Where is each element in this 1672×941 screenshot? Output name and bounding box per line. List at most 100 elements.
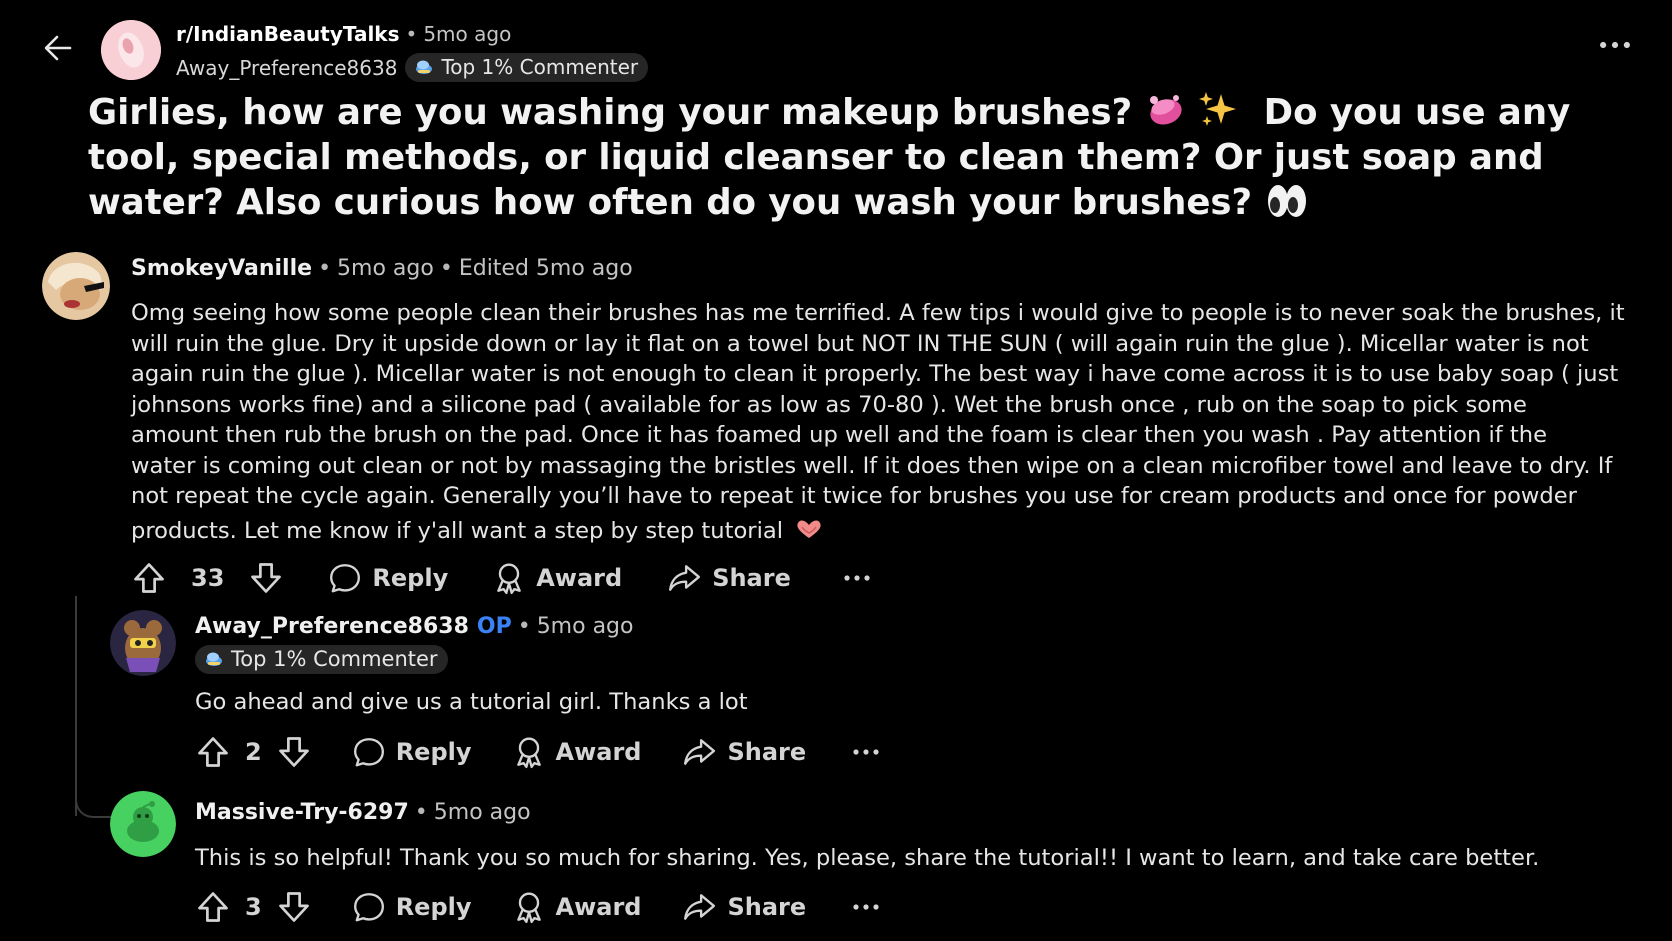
commenter-badge-icon — [204, 649, 224, 669]
user-flair: Top 1% Commenter — [405, 53, 649, 82]
soap-bubbles-emoji-icon — [1149, 95, 1182, 125]
comment-actions: 33 Reply Award Share — [131, 560, 873, 596]
comment-more-button[interactable] — [841, 562, 873, 594]
comment-more-button[interactable] — [850, 736, 882, 768]
vote-count: 3 — [245, 893, 262, 921]
post-more-button[interactable] — [1596, 26, 1634, 64]
comment-age: 5mo ago — [536, 614, 634, 639]
flair-label: Top 1% Commenter — [231, 647, 438, 671]
comment-body: This is so helpful! Thank you so much fo… — [195, 845, 1540, 871]
award-button[interactable]: Award — [492, 561, 622, 595]
share-button[interactable]: Share — [666, 561, 791, 595]
reply-icon — [352, 735, 386, 769]
flair-label: Top 1% Commenter — [441, 55, 639, 79]
reply-button[interactable]: Reply — [352, 735, 472, 769]
comment-last-line: products. Let me know if y'all want a st… — [131, 516, 1651, 547]
award-button[interactable]: Award — [512, 890, 642, 924]
sparkles-emoji-icon — [1198, 92, 1236, 126]
award-label: Award — [555, 893, 642, 921]
award-icon — [512, 890, 546, 924]
downvote-button[interactable] — [276, 889, 312, 925]
downvote-button[interactable] — [276, 734, 312, 770]
upvote-button[interactable] — [131, 560, 167, 596]
user-avatar-icon — [42, 252, 110, 320]
comment-body: Go ahead and give us a tutorial girl. Th… — [195, 689, 748, 715]
eyes-emoji-icon — [1267, 185, 1306, 217]
upvote-icon — [131, 560, 167, 596]
separator-dot: • — [405, 22, 418, 46]
award-label: Award — [536, 564, 623, 592]
separator-dot: • — [414, 800, 428, 825]
comment-line: not repeat the cycle again. Generally yo… — [131, 483, 1577, 509]
share-label: Share — [712, 564, 791, 592]
upvote-button[interactable] — [195, 734, 231, 770]
reply-label: Reply — [372, 564, 449, 592]
comment-line: johnsons works fine) and a silicone pad … — [131, 391, 1527, 418]
share-icon — [681, 890, 717, 924]
share-button[interactable]: Share — [681, 735, 806, 769]
comment-username[interactable]: SmokeyVanille — [131, 256, 312, 281]
comment-line: products. Let me know if y'all want a st… — [131, 517, 783, 544]
award-button[interactable]: Award — [512, 735, 642, 769]
comment-line: water is coming out clean or not by mass… — [131, 452, 1613, 479]
vote-count: 33 — [191, 564, 225, 592]
more-options-icon — [850, 736, 882, 768]
downvote-button[interactable] — [248, 560, 284, 596]
vote-count: 2 — [245, 738, 262, 766]
upvote-icon — [195, 889, 231, 925]
more-options-icon — [841, 562, 873, 594]
reply-label: Reply — [395, 738, 472, 766]
user-flair: Top 1% Commenter — [195, 645, 448, 674]
arrow-left-icon — [44, 35, 72, 61]
comment-edited: Edited 5mo ago — [458, 256, 633, 281]
flair-chip: Top 1% Commenter — [195, 645, 448, 674]
reply-icon — [328, 561, 362, 595]
post-author-line: Away_Preference8638 Top 1% Commenter — [176, 53, 649, 82]
commenter-badge-icon — [414, 57, 434, 77]
comment-actions: 3 Reply Award Share — [195, 889, 882, 925]
subreddit-line: r/IndianBeautyTalks • 5mo ago — [176, 22, 511, 46]
subreddit-avatar[interactable] — [101, 20, 161, 80]
award-label: Award — [555, 738, 642, 766]
award-icon — [512, 735, 546, 769]
share-button[interactable]: Share — [681, 890, 806, 924]
op-badge: OP — [476, 614, 512, 639]
upvote-icon — [195, 734, 231, 770]
comment-header: SmokeyVanille • 5mo ago • Edited 5mo ago — [131, 256, 633, 281]
comment-actions: 2 Reply Award Share — [195, 734, 882, 770]
back-button[interactable] — [40, 30, 76, 66]
comment-username[interactable]: Massive-Try-6297 — [195, 800, 409, 825]
more-options-icon — [850, 891, 882, 923]
post-author[interactable]: Away_Preference8638 — [176, 56, 397, 80]
comment-avatar-away-preference[interactable] — [110, 610, 176, 676]
subreddit-name[interactable]: r/IndianBeautyTalks — [176, 22, 400, 46]
reply-button[interactable]: Reply — [328, 561, 448, 595]
share-label: Share — [727, 893, 807, 921]
heart-hands-emoji-icon — [797, 520, 821, 538]
comment-more-button[interactable] — [850, 891, 882, 923]
comment-body: Omg seeing how some people clean their b… — [131, 298, 1651, 546]
comment-age: 5mo ago — [433, 800, 531, 825]
user-avatar-icon — [110, 791, 176, 857]
comment-username[interactable]: Away_Preference8638 — [195, 614, 469, 639]
post-title-part1: Girlies, how are you washing your makeup… — [88, 92, 1133, 133]
upvote-button[interactable] — [195, 889, 231, 925]
reply-icon — [352, 890, 386, 924]
comment-line: amount then rub the brush on the pad. On… — [131, 422, 1547, 448]
separator-dot: • — [318, 256, 332, 281]
post-age: 5mo ago — [423, 22, 512, 46]
share-label: Share — [727, 738, 807, 766]
subreddit-logo-icon — [101, 20, 161, 80]
downvote-icon — [276, 889, 312, 925]
comment-avatar-smokeyvanille[interactable] — [42, 252, 110, 320]
award-icon — [492, 561, 526, 595]
comment-header: Away_Preference8638 OP • 5mo ago — [195, 614, 633, 639]
comment-avatar-massive-try[interactable] — [110, 791, 176, 857]
separator-dot: • — [439, 256, 453, 281]
share-icon — [666, 561, 702, 595]
share-icon — [681, 735, 717, 769]
reply-label: Reply — [395, 893, 472, 921]
comment-line: will ruin the glue. Dry it upside down o… — [131, 330, 1589, 357]
post-title: Girlies, how are you washing your makeup… — [88, 90, 1648, 225]
reply-button[interactable]: Reply — [352, 890, 472, 924]
